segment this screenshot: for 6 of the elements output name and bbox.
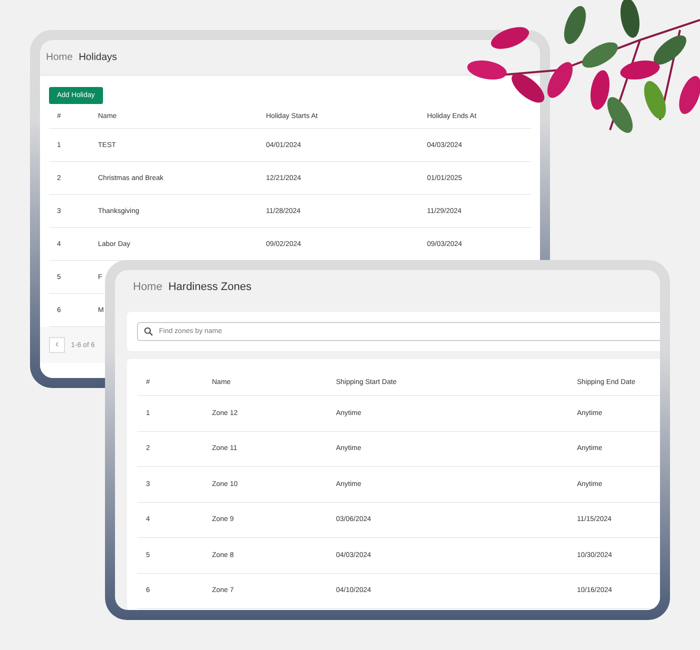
page-title: Hardiness Zones	[168, 281, 252, 293]
breadcrumb-home[interactable]: Home	[133, 281, 162, 293]
page-title: Holidays	[78, 52, 118, 62]
breadcrumb-home[interactable]: Home	[46, 52, 73, 62]
previous-page-button[interactable]: ‹	[49, 337, 65, 353]
search-icon	[144, 327, 153, 336]
